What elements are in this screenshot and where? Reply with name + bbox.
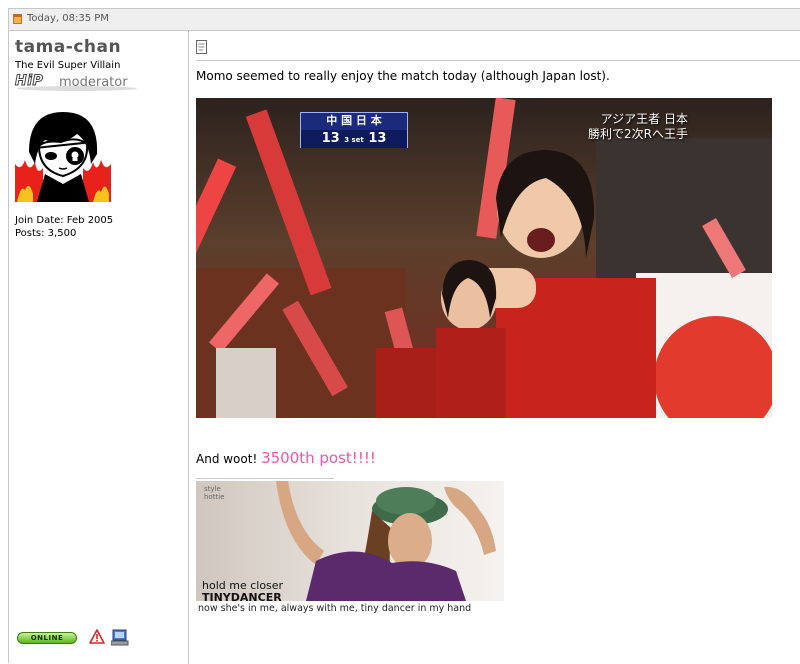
report-icon[interactable] xyxy=(89,629,105,645)
username-link[interactable]: tama-chan xyxy=(15,37,121,57)
scoreboard-teams: 中 国 日 本 xyxy=(326,114,382,127)
online-status-badge: ONLINE xyxy=(17,632,77,644)
photo-caption-overlay: アジア王者 日本 勝利で2次Rへ王手 xyxy=(548,112,688,142)
post-date-icon xyxy=(13,14,22,24)
signature-banner[interactable]: style hottie hold me closer TINYDANCER xyxy=(196,481,504,601)
match-photo[interactable]: 中 国 日 本 13 3 set 13 アジア王者 日本 勝利で2次Rへ王手 xyxy=(196,98,772,418)
message-text-2: And woot! 3500th post!!!! xyxy=(196,449,376,467)
user-info: Join Date: Feb 2005 Posts: 3,500 xyxy=(15,214,113,240)
signature-credit: style hottie xyxy=(204,485,224,501)
message-prefix: And woot! xyxy=(196,452,262,466)
rank-role: moderator xyxy=(59,75,128,90)
post-header: Today, 08:35 PM xyxy=(9,9,800,31)
post-container: Today, 08:35 PM tama-chan The Evil Super… xyxy=(8,8,800,664)
scoreboard-overlay: 中 国 日 本 13 3 set 13 xyxy=(300,112,408,148)
score-set: 3 set xyxy=(344,136,364,144)
user-rank-badge: HiP moderator xyxy=(14,73,139,91)
ip-address-icon[interactable] xyxy=(110,629,129,646)
match-photo-image xyxy=(196,98,772,418)
post-count: Posts: 3,500 xyxy=(15,228,77,239)
signature-credit-line1: style xyxy=(204,485,221,493)
signature-text-2: TINYDANCER xyxy=(202,591,282,601)
photo-caption-line1: アジア王者 日本 xyxy=(600,112,688,126)
signature-caption: now she's in me, always with me, tiny da… xyxy=(198,603,472,614)
title-divider xyxy=(196,60,800,61)
scoreboard-score: 13 3 set 13 xyxy=(301,130,407,148)
post-content: Momo seemed to really enjoy the match to… xyxy=(190,31,800,664)
message-text: Momo seemed to really enjoy the match to… xyxy=(196,69,610,83)
photo-caption-line2: 勝利で2次Rへ王手 xyxy=(588,127,688,141)
avatar xyxy=(15,106,111,202)
score-left: 13 xyxy=(321,131,340,146)
join-date: Join Date: Feb 2005 xyxy=(15,215,114,226)
rank-brand: HiP xyxy=(14,73,44,90)
signature-divider xyxy=(196,478,334,479)
avatar-image xyxy=(15,106,111,202)
signature-credit-line2: hottie xyxy=(204,493,225,501)
score-right: 13 xyxy=(368,131,387,146)
post-icon xyxy=(196,39,208,54)
user-title: The Evil Super Villain xyxy=(15,60,121,71)
post-date: Today, 08:35 PM xyxy=(27,13,109,24)
user-sidebar: tama-chan The Evil Super Villain HiP mod… xyxy=(9,31,189,664)
post-milestone: 3500th post!!!! xyxy=(261,449,376,467)
